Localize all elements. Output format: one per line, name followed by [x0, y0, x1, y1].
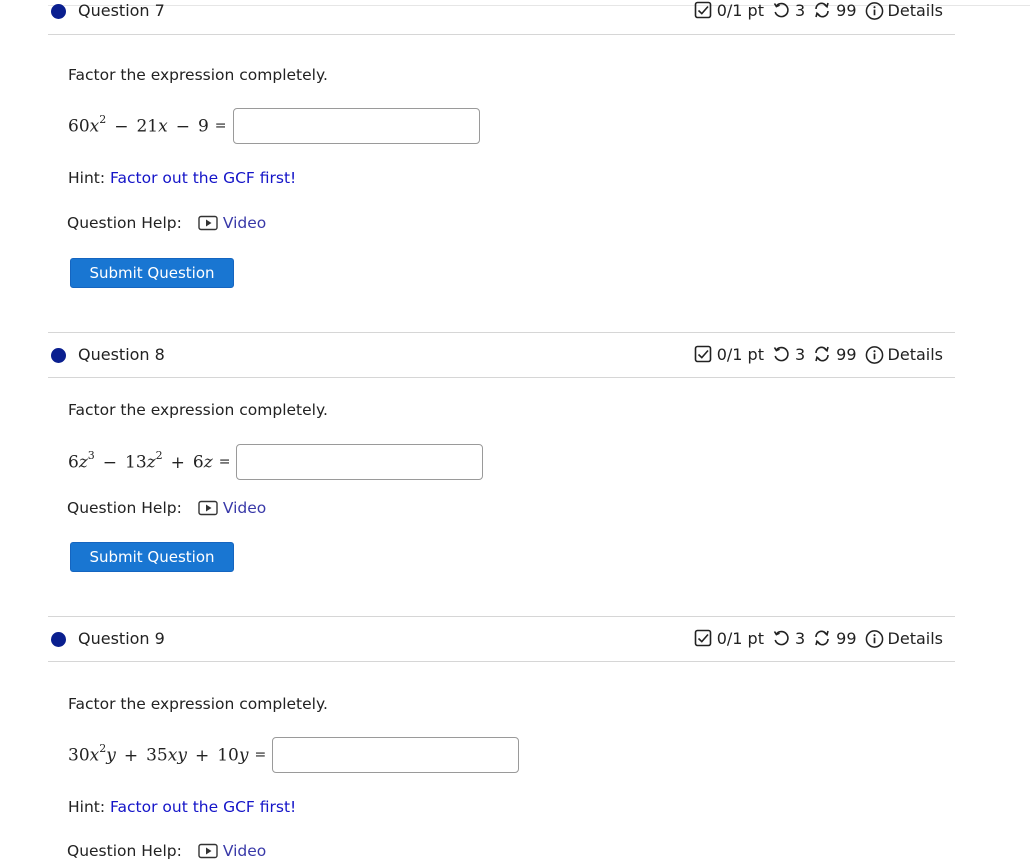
question-prompt: Factor the expression completely. [68, 695, 328, 713]
status-dot-icon [51, 348, 66, 363]
attempts-count: 99 [836, 629, 857, 648]
question-header-9: Question 9 0/1 pt 3 99 Details [48, 616, 955, 662]
video-label: Video [222, 214, 267, 232]
play-icon [198, 215, 218, 231]
hint: Hint: Factor out the GCF first! [68, 798, 296, 816]
question-title: Question 7 [78, 1, 165, 20]
question-title: Question 9 [78, 629, 165, 648]
video-label: Video [222, 499, 267, 517]
question-help-label: Question Help: [67, 842, 182, 860]
video-link[interactable]: Video [198, 214, 266, 232]
status-dot-icon [51, 4, 66, 19]
video-link[interactable]: Video [198, 842, 266, 860]
submit-question-button[interactable]: Submit Question [70, 258, 234, 288]
details-button[interactable]: Details [865, 1, 943, 20]
equals-sign: = [254, 747, 267, 763]
question-title: Question 8 [78, 345, 165, 364]
info-icon [865, 1, 884, 20]
checkbox-icon [694, 1, 713, 20]
equals-sign: = [214, 118, 227, 134]
status-dot-icon [51, 632, 66, 647]
hint-label: Hint: [68, 169, 106, 187]
retry-icon [772, 1, 791, 20]
question-header-8: Question 8 0/1 pt 3 99 Details [48, 332, 955, 378]
details-label: Details [887, 1, 943, 20]
hint-link[interactable]: Factor out the GCF first! [110, 169, 296, 187]
math-expression: 30x2y +35xy +10y [68, 742, 249, 766]
question-meta: 0/1 pt 3 99 Details [694, 345, 943, 364]
hint: Hint: Factor out the GCF first! [68, 169, 296, 187]
video-label: Video [222, 842, 267, 860]
points-text: 0/1 pt [716, 345, 764, 364]
hint-link[interactable]: Factor out the GCF first! [110, 798, 296, 816]
retry-icon [772, 629, 791, 648]
expression-row: 30x2y +35xy +10y = [68, 737, 520, 773]
checkbox-icon [694, 629, 713, 648]
question-help-label: Question Help: [67, 499, 182, 517]
answer-input[interactable] [232, 108, 480, 144]
question-help: Question Help: Video [67, 842, 266, 860]
retries-count: 3 [794, 1, 806, 20]
attempts-count: 99 [836, 1, 857, 20]
retries-count: 3 [794, 629, 806, 648]
retries-group: 3 [772, 345, 805, 364]
attempts-group: 99 [813, 345, 857, 364]
attempts-group: 99 [813, 629, 857, 648]
details-button[interactable]: Details [865, 629, 943, 648]
play-icon [198, 500, 218, 516]
retry-icon [772, 345, 791, 364]
answer-input[interactable] [272, 737, 520, 773]
expression-row: 60x2−21x −9 = [68, 108, 480, 144]
points-text: 0/1 pt [716, 1, 764, 20]
question-prompt: Factor the expression completely. [68, 401, 328, 419]
question-meta: 0/1 pt 3 99 Details [694, 629, 943, 648]
points-text: 0/1 pt [716, 629, 764, 648]
math-expression: 6z3−13z2 +6z [68, 449, 213, 473]
retries-count: 3 [794, 345, 806, 364]
question-header-7: Question 7 0/1 pt 3 99 Details [48, 0, 955, 35]
points-group: 0/1 pt [694, 1, 764, 20]
attempts-icon [813, 629, 832, 648]
expression-row: 6z3−13z2 +6z = [68, 444, 484, 480]
math-expression: 60x2−21x −9 [68, 113, 209, 137]
details-button[interactable]: Details [865, 345, 943, 364]
attempts-count: 99 [836, 345, 857, 364]
question-meta: 0/1 pt 3 99 Details [694, 1, 943, 20]
checkbox-icon [694, 345, 713, 364]
question-help: Question Help: Video [67, 499, 266, 517]
play-icon [198, 843, 218, 859]
details-label: Details [887, 345, 943, 364]
details-label: Details [887, 629, 943, 648]
attempts-icon [813, 345, 832, 364]
question-help: Question Help: Video [67, 214, 266, 232]
submit-question-button[interactable]: Submit Question [70, 542, 234, 572]
question-prompt: Factor the expression completely. [68, 66, 328, 84]
attempts-icon [813, 1, 832, 20]
attempts-group: 99 [813, 1, 857, 20]
question-help-label: Question Help: [67, 214, 182, 232]
hint-label: Hint: [68, 798, 106, 816]
retries-group: 3 [772, 629, 805, 648]
video-link[interactable]: Video [198, 499, 266, 517]
info-icon [865, 629, 884, 648]
answer-input[interactable] [236, 444, 484, 480]
retries-group: 3 [772, 1, 805, 20]
equals-sign: = [218, 454, 231, 470]
info-icon [865, 345, 884, 364]
points-group: 0/1 pt [694, 345, 764, 364]
points-group: 0/1 pt [694, 629, 764, 648]
